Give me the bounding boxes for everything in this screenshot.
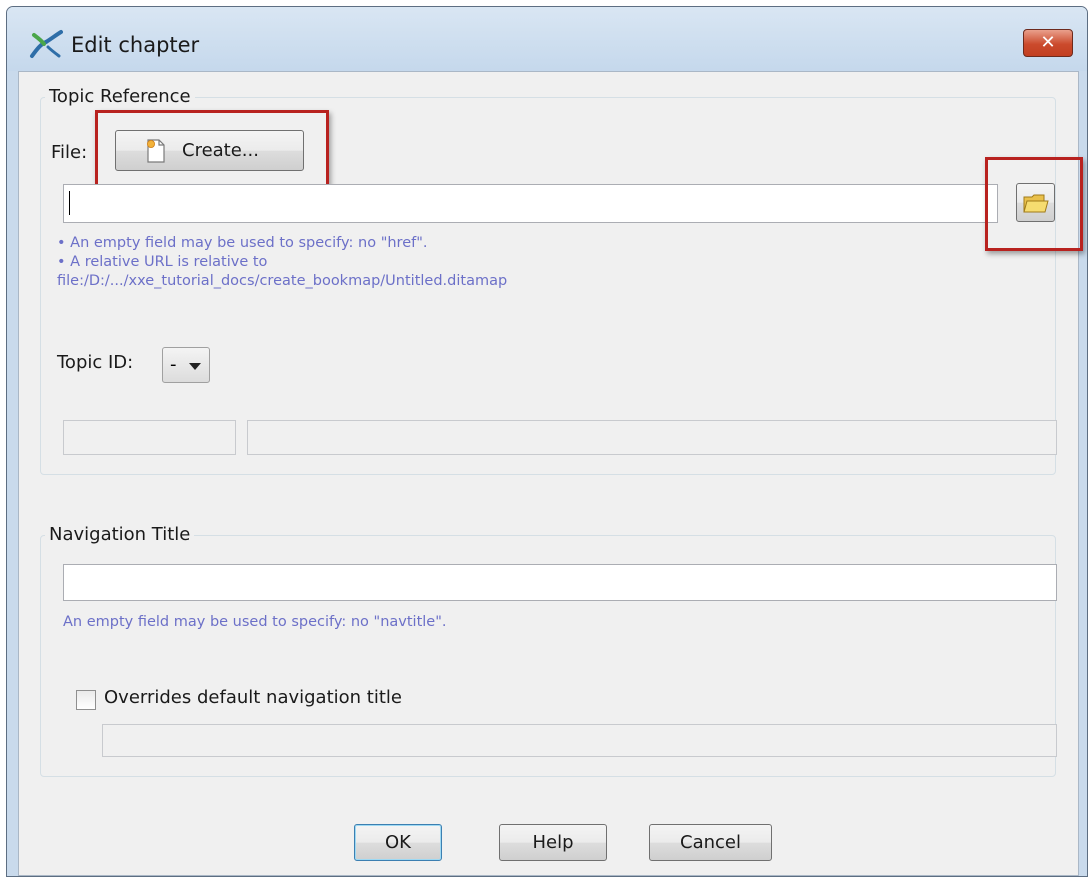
navigation-title-legend: Navigation Title	[45, 524, 195, 545]
override-navtitle-input	[102, 724, 1057, 757]
navigation-title-hint: An empty field may be used to specify: n…	[63, 614, 447, 630]
topic-reference-legend: Topic Reference	[45, 86, 195, 107]
ok-button-label: OK	[385, 832, 411, 853]
file-hint-line-1: • An empty field may be used to specify:…	[57, 235, 428, 251]
browse-highlight-box	[985, 157, 1083, 251]
close-button[interactable]: ✕	[1023, 29, 1073, 57]
text-caret	[69, 191, 70, 215]
file-label: File:	[51, 142, 88, 163]
topic-id-field-right	[247, 420, 1057, 455]
topic-id-value: -	[170, 354, 177, 375]
cancel-button[interactable]: Cancel	[649, 824, 772, 861]
dialog-content: Topic Reference File: Create... • An emp…	[18, 71, 1083, 876]
file-input[interactable]	[63, 184, 998, 223]
close-icon: ✕	[1040, 32, 1056, 53]
topic-id-label: Topic ID:	[57, 352, 134, 373]
topic-id-dropdown[interactable]: -	[162, 347, 210, 383]
ok-button[interactable]: OK	[354, 824, 442, 861]
cancel-button-label: Cancel	[680, 832, 741, 853]
override-navtitle-checkbox[interactable]	[76, 690, 96, 710]
app-icon	[30, 30, 63, 58]
file-hint-line-3: file:/D:/.../xxe_tutorial_docs/create_bo…	[57, 273, 508, 289]
chevron-down-icon	[189, 363, 201, 370]
edit-chapter-dialog: Edit chapter ✕ Topic Reference File: Cre…	[6, 6, 1088, 877]
help-button[interactable]: Help	[499, 824, 607, 861]
title-bar: Edit chapter ✕	[7, 7, 1087, 71]
file-hint-line-2: • A relative URL is relative to	[57, 254, 268, 270]
dialog-title: Edit chapter	[71, 33, 200, 57]
topic-id-field-left	[63, 420, 236, 455]
navigation-title-input[interactable]	[63, 564, 1057, 601]
override-navtitle-label: Overrides default navigation title	[104, 687, 402, 708]
help-button-label: Help	[532, 832, 574, 853]
